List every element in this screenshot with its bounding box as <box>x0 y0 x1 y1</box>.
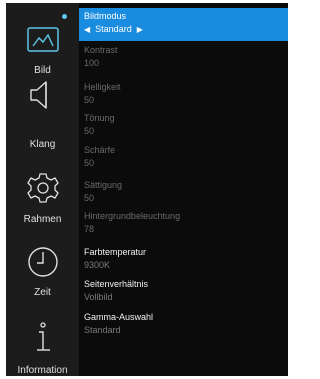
speaker-icon <box>30 81 47 109</box>
clock-icon <box>28 247 58 277</box>
sidebar-item-label: Zeit <box>34 287 51 298</box>
menu-item-title: Gamma-Auswahl <box>84 312 154 322</box>
menu-item-title: Farbtemperatur <box>84 247 147 257</box>
menu-item-bildmodus[interactable]: Bildmodus ◀ Standard ▶ <box>84 11 143 35</box>
sidebar: Bild Klang Rahmen Zeit Information <box>6 3 79 376</box>
gear-icon <box>27 173 59 203</box>
settings-list: Bildmodus ◀ Standard ▶ Kontrast 100 Hell… <box>79 3 288 376</box>
arrow-left-icon[interactable]: ◀ <box>84 24 90 35</box>
menu-item-title: Kontrast <box>84 45 118 55</box>
menu-item-value: 50 <box>84 193 95 203</box>
menu-item-saettigung[interactable]: Sättigung 50 <box>84 180 122 204</box>
menu-item-kontrast[interactable]: Kontrast 100 <box>84 45 118 69</box>
menu-item-seitenverhaeltnis[interactable]: Seitenverhältnis Vollbild <box>84 279 148 303</box>
picture-icon <box>27 27 59 52</box>
menu-item-helligkeit[interactable]: Helligkeit 50 <box>84 82 121 106</box>
menu-item-title: Bildmodus <box>84 11 127 21</box>
menu-item-title: Sättigung <box>84 180 123 190</box>
menu-item-title: Seitenverhältnis <box>84 279 149 289</box>
menu-item-value: 50 <box>84 95 95 105</box>
menu-item-title: Tönung <box>84 113 115 123</box>
sidebar-item-label: Bild <box>34 65 51 76</box>
arrow-right-icon[interactable]: ▶ <box>137 24 143 35</box>
menu-item-hintergrundbeleuchtung[interactable]: Hintergrundbeleuchtung 78 <box>84 211 180 235</box>
sidebar-item-label: Klang <box>29 139 56 150</box>
menu-item-value: 100 <box>84 58 100 68</box>
menu-item-value: Vollbild <box>84 292 113 302</box>
info-icon <box>37 322 50 351</box>
menu-item-value: 9300K <box>84 260 111 270</box>
menu-item-value: 78 <box>84 224 95 234</box>
status-dot <box>62 14 67 19</box>
menu-item-title: Helligkeit <box>84 82 121 92</box>
menu-item-value: 50 <box>84 158 95 168</box>
menu-item-value: Standard <box>84 325 121 335</box>
picture-mode-value: Standard <box>95 24 132 34</box>
osd-menu: Bild Klang Rahmen Zeit Information Bildm… <box>0 0 297 379</box>
picture-mode-selector[interactable]: ◀ Standard ▶ <box>84 24 143 35</box>
menu-item-schaerfe[interactable]: Schärfe 50 <box>84 145 115 169</box>
menu-item-title: Schärfe <box>84 145 116 155</box>
sidebar-item-label: Information <box>17 365 68 376</box>
menu-item-farbtemperatur[interactable]: Farbtemperatur 9300K <box>84 247 146 271</box>
menu-frame: Bild Klang Rahmen Zeit Information Bildm… <box>6 3 288 376</box>
menu-item-title: Hintergrundbeleuchtung <box>84 211 181 221</box>
menu-item-toenung[interactable]: Tönung 50 <box>84 113 115 137</box>
menu-item-gamma-auswahl[interactable]: Gamma-Auswahl Standard <box>84 312 153 336</box>
sidebar-item-label: Rahmen <box>23 214 62 225</box>
menu-item-value: 50 <box>84 126 95 136</box>
